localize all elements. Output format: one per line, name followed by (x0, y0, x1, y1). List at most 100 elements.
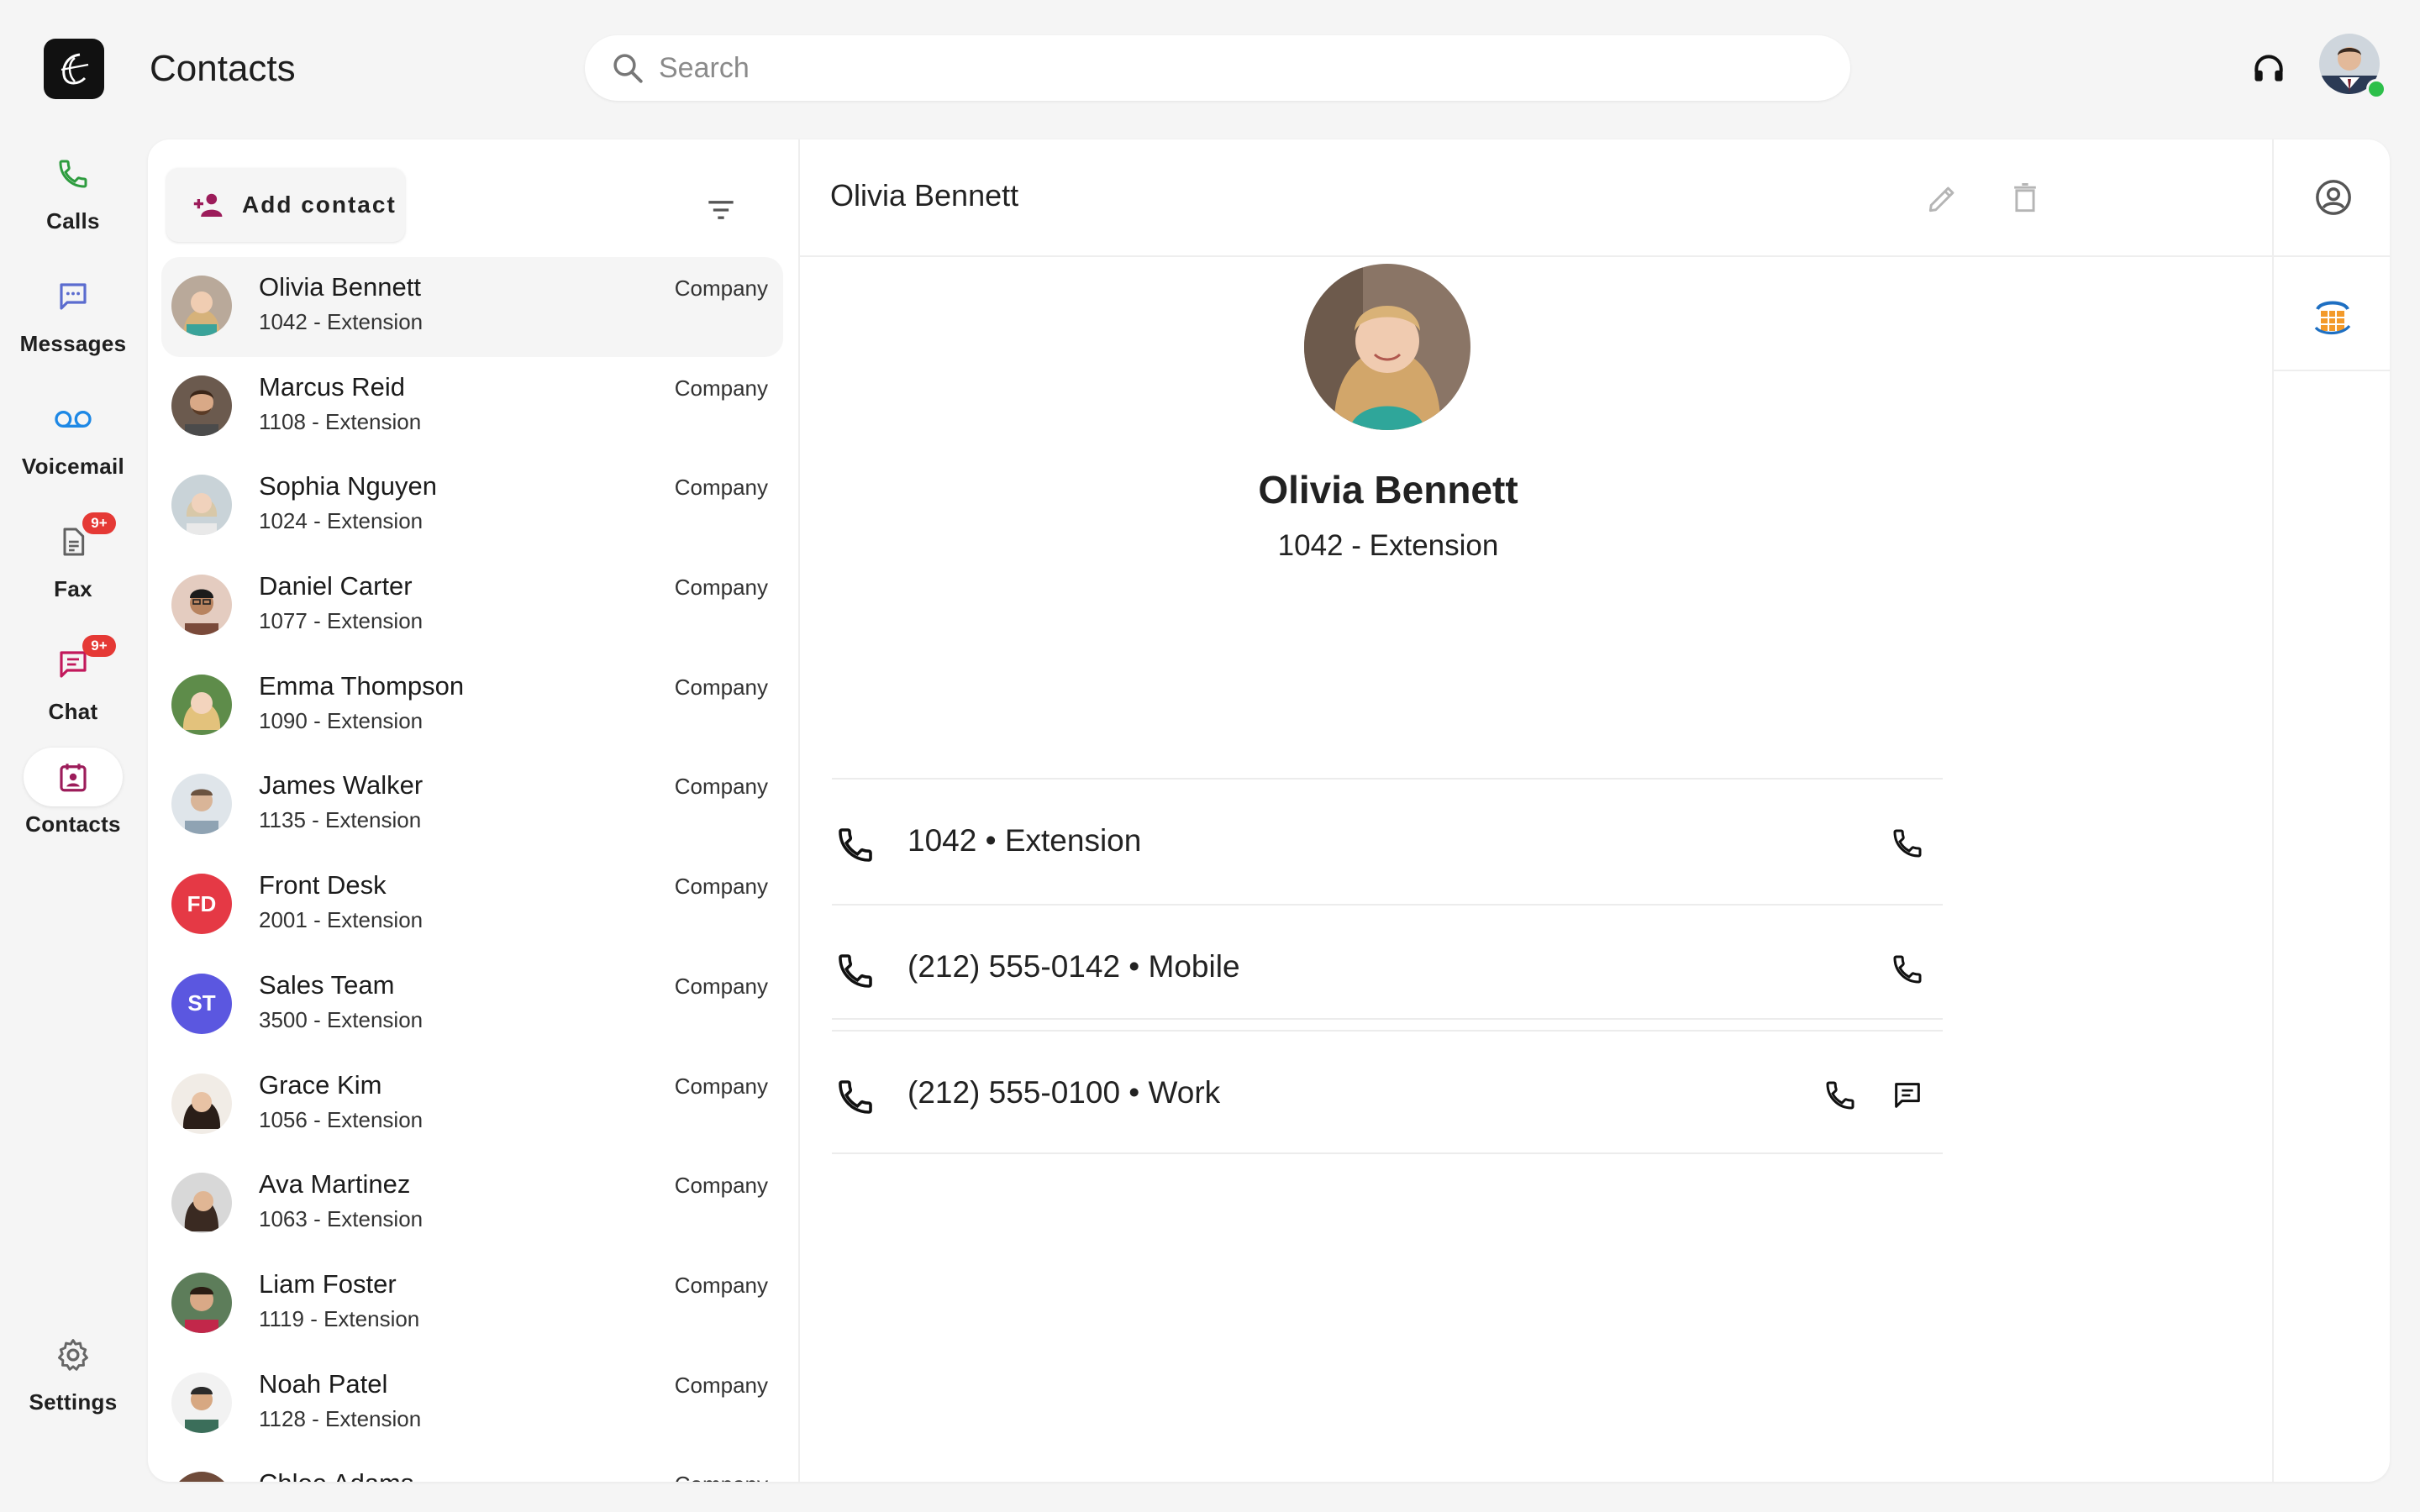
contact-company: Company (674, 973, 768, 999)
contact-name: Ava Martinez (259, 1169, 411, 1200)
search-input[interactable] (657, 50, 1803, 86)
phone-number-text: (212) 555-0142 • Mobile (908, 949, 1240, 984)
app-logo (44, 39, 104, 99)
contact-avatar (171, 1472, 232, 1482)
contact-list: Olivia Bennett 1042 - Extension Company … (161, 257, 783, 1482)
contact-name: Chloe Adams (259, 1468, 413, 1482)
voicemail-icon (55, 411, 92, 428)
contact-row[interactable]: Emma Thompson 1090 - Extension Company (161, 656, 783, 756)
contact-company: Company (674, 774, 768, 800)
contact-row[interactable]: James Walker 1135 - Extension Company (161, 755, 783, 855)
phone-icon (839, 828, 872, 862)
phone-icon (839, 1080, 872, 1114)
add-contact-button[interactable]: Add contact (166, 168, 405, 242)
contact-avatar (171, 1272, 232, 1333)
message-icon[interactable] (1891, 1079, 1924, 1112)
phone-number-row: 1042 • Extension (832, 778, 1943, 906)
contact-company: Company (674, 575, 768, 601)
divider (832, 1152, 1943, 1154)
call-icon[interactable] (1823, 1079, 1857, 1112)
contact-company: Company (674, 874, 768, 900)
contact-name: Olivia Bennett (259, 272, 421, 302)
nav-label: Contacts (25, 811, 121, 837)
delete-icon[interactable] (2007, 180, 2044, 217)
profile-subtitle: 1042 - Extension (1277, 529, 1499, 562)
contact-list-pane: Add contact Olivia Bennett 1042 - Extens… (148, 139, 800, 1482)
contact-company: Company (675, 1472, 768, 1482)
contact-avatar (171, 1173, 232, 1234)
contact-row[interactable]: Grace Kim 1056 - Extension Company (161, 1055, 783, 1155)
phone-number-text: 1042 • Extension (908, 823, 1142, 858)
contact-company: Company (674, 276, 768, 301)
presence-online-indicator (2366, 79, 2386, 99)
account-circle-icon[interactable] (2314, 178, 2353, 217)
contact-initials-avatar: ST (171, 973, 232, 1034)
contact-row[interactable]: Daniel Carter 1077 - Extension Company (161, 556, 783, 656)
contact-extension: 1135 - Extension (259, 807, 422, 833)
nav-messages[interactable]: Messages (0, 267, 146, 357)
edit-icon[interactable] (1924, 180, 1961, 217)
add-person-icon (193, 193, 223, 217)
call-icon[interactable] (1891, 953, 1924, 986)
contact-company: Company (674, 1173, 768, 1199)
contact-row[interactable]: Liam Foster 1119 - Extension Company (161, 1254, 783, 1354)
contact-name: Marcus Reid (259, 371, 405, 402)
contact-avatar (171, 575, 232, 636)
gear-icon (58, 1339, 88, 1371)
contact-name: Sales Team (259, 969, 395, 1000)
page-title: Contacts (150, 48, 296, 89)
contact-extension: 1090 - Extension (259, 707, 424, 733)
contact-row[interactable]: Olivia Bennett 1042 - Extension Company (161, 257, 783, 357)
nav-label: Calls (46, 208, 100, 234)
nav-voicemail[interactable]: Voicemail (0, 390, 146, 480)
nav-calls[interactable]: Calls (0, 144, 146, 234)
contact-row[interactable]: Sophia Nguyen 1024 - Extension Company (161, 456, 783, 556)
contact-name: Grace Kim (259, 1069, 382, 1100)
nav-label: Fax (54, 576, 92, 601)
contact-name: Liam Foster (259, 1268, 397, 1299)
contact-extension: 1077 - Extension (259, 608, 424, 634)
contact-avatar (171, 276, 232, 336)
contact-extension: 1119 - Extension (259, 1305, 420, 1331)
contact-row[interactable]: ST Sales Team 3500 - Extension Company (161, 955, 783, 1055)
contact-avatar (171, 674, 232, 735)
contact-company: Company (674, 475, 768, 501)
filter-icon[interactable] (702, 192, 739, 228)
contact-name: James Walker (259, 770, 424, 801)
message-icon (60, 283, 87, 310)
detail-title: Olivia Bennett (830, 178, 1019, 213)
nav-label: Chat (48, 699, 98, 724)
contact-row[interactable]: Marcus Reid 1108 - Extension Company (161, 357, 783, 457)
contact-row[interactable]: FD Front Desk 2001 - Extension Company (161, 855, 783, 955)
phone-number-row: (212) 555-0142 • Mobile (832, 904, 1943, 1032)
search-bar[interactable] (585, 35, 1850, 101)
nav-chat[interactable]: 9+ Chat (0, 635, 146, 725)
contact-extension: 3500 - Extension (259, 1006, 424, 1032)
phone-icon (59, 160, 87, 188)
contact-row[interactable]: Ava Martinez 1063 - Extension Company (161, 1154, 783, 1254)
contact-extension: 1042 - Extension (259, 309, 424, 334)
contact-row[interactable]: Chloe Adams Company (161, 1453, 783, 1482)
contact-company: Company (674, 375, 768, 401)
add-contact-label: Add contact (242, 192, 397, 218)
contact-name: Sophia Nguyen (259, 471, 437, 501)
contact-avatar (171, 375, 232, 436)
contact-avatar (171, 1073, 232, 1134)
contact-extension: 1108 - Extension (259, 408, 422, 434)
nav-fax[interactable]: 9+ Fax (0, 512, 146, 602)
contacts-icon (60, 764, 87, 792)
contact-extension: 1063 - Extension (259, 1206, 424, 1232)
integration-app-icon[interactable] (2311, 294, 2354, 338)
call-icon[interactable] (1891, 827, 1924, 860)
search-icon (613, 54, 643, 83)
headset-icon[interactable] (2250, 50, 2287, 87)
contact-company: Company (674, 1272, 768, 1298)
contact-avatar (171, 774, 232, 835)
contact-extension: 1056 - Extension (259, 1106, 424, 1132)
contact-company: Company (674, 1073, 768, 1099)
contact-row[interactable]: Noah Patel 1128 - Extension Company (161, 1354, 783, 1454)
chat-badge: 9+ (82, 635, 116, 657)
nav-contacts[interactable]: Contacts (0, 748, 146, 837)
profile-name: Olivia Bennett (1258, 468, 1518, 512)
nav-settings[interactable]: Settings (0, 1326, 146, 1415)
